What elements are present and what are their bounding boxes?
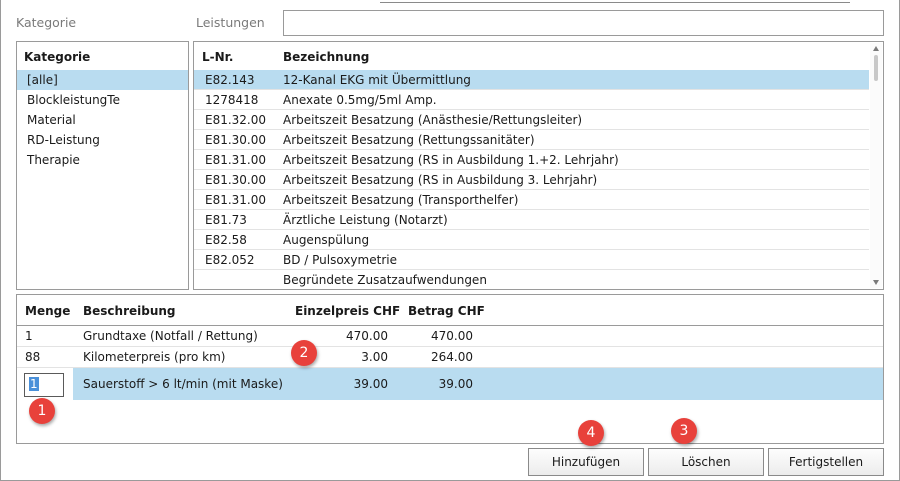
services-cell-nr: 1278418 <box>205 93 259 107</box>
services-cell-desc: Arbeitszeit Besatzung (Anästhesie/Rettun… <box>283 113 583 127</box>
annotation-badge-3: 3 <box>671 418 697 444</box>
services-cell-nr: E81.32.00 <box>205 113 267 127</box>
positions-header-desc: Beschreibung <box>83 304 176 318</box>
positions-cell-unit-price: 39.00 <box>353 377 388 391</box>
positions-header-qty: Menge <box>25 304 71 318</box>
leistungen-search-input[interactable] <box>283 10 884 36</box>
positions-cell-qty: 88 <box>25 350 41 364</box>
annotation-badge-1: 1 <box>29 398 55 424</box>
quantity-edit-field[interactable]: 1 <box>24 373 64 397</box>
positions-cell-qty: 1 <box>25 329 33 343</box>
services-header-desc: Bezeichnung <box>283 50 370 64</box>
services-row[interactable]: E81.73 Ärztliche Leistung (Notarzt) <box>194 210 869 230</box>
delete-button[interactable]: Löschen <box>648 448 764 476</box>
category-item-label: [alle] <box>27 73 58 87</box>
positions-cell-unit-price: 3.00 <box>361 350 388 364</box>
services-cell-desc: Arbeitszeit Besatzung (Rettungssanitäter… <box>283 133 535 147</box>
positions-row[interactable]: 88 Kilometerpreis (pro km) 3.00 264.00 <box>17 347 883 368</box>
services-row[interactable]: E81.30.00 Arbeitszeit Besatzung (Rettungs… <box>194 130 869 150</box>
category-list: Kategorie [alle] BlockleistungTe Material R… <box>16 41 189 290</box>
services-row[interactable]: Begründete Zusatzaufwendungen <box>194 270 869 289</box>
services-row[interactable]: E82.58 Augenspülung <box>194 230 869 250</box>
positions-cell-desc: Sauerstoff > 6 lt/min (mit Maske) <box>83 377 283 391</box>
category-item[interactable]: [alle] <box>17 70 188 90</box>
category-item[interactable]: BlockleistungTe <box>17 90 188 110</box>
services-row[interactable]: E81.30.00 Arbeitszeit Besatzung (RS in Au… <box>194 170 869 190</box>
positions-cell-total: 470.00 <box>431 329 473 343</box>
positions-header-total: Betrag CHF <box>408 304 485 318</box>
scroll-up-icon[interactable] <box>873 46 879 51</box>
services-cell-desc: BD / Pulsoxymetrie <box>283 253 397 267</box>
services-cell-nr: E81.30.00 <box>205 133 267 147</box>
category-item-label: Material <box>27 113 76 127</box>
scroll-down-icon[interactable] <box>873 280 879 285</box>
services-cell-desc: Ärztliche Leistung (Notarzt) <box>283 213 448 227</box>
category-list-header: Kategorie <box>24 50 91 64</box>
category-item-label: Therapie <box>27 153 80 167</box>
services-scrollbar[interactable] <box>870 43 882 288</box>
services-table: L-Nr. Bezeichnung E82.143 12-Kanal EKG mi… <box>193 41 884 290</box>
scroll-thumb[interactable] <box>874 55 878 81</box>
services-cell-desc: Arbeitszeit Besatzung (Transporthelfer) <box>283 193 519 207</box>
finish-button[interactable]: Fertigstellen <box>768 448 884 476</box>
positions-cell-total: 39.00 <box>438 377 473 391</box>
category-item[interactable]: RD-Leistung <box>17 130 188 150</box>
annotation-badge-4: 4 <box>578 420 604 446</box>
services-cell-desc: Begründete Zusatzaufwendungen <box>283 273 487 287</box>
category-item[interactable]: Material <box>17 110 188 130</box>
services-cell-nr: E81.30.00 <box>205 173 267 187</box>
services-row[interactable]: E81.31.00 Arbeitszeit Besatzung (RS in Au… <box>194 150 869 170</box>
services-row[interactable]: 1278418 Anexate 0.5mg/5ml Amp. <box>194 90 869 110</box>
services-cell-nr: E82.052 <box>205 253 255 267</box>
top-edge-line <box>380 0 850 3</box>
kategorie-label: Kategorie <box>16 15 77 30</box>
positions-row[interactable]: Sauerstoff > 6 lt/min (mit Maske) 39.00 39… <box>17 368 883 400</box>
positions-cell-desc: Grundtaxe (Notfall / Rettung) <box>83 329 258 343</box>
positions-cell-unit-price: 470.00 <box>346 329 388 343</box>
services-cell-nr: E81.31.00 <box>205 193 267 207</box>
services-header-nr: L-Nr. <box>202 50 234 64</box>
quantity-edit-value[interactable]: 1 <box>29 377 39 391</box>
services-cell-nr: E81.73 <box>205 213 247 227</box>
category-item[interactable]: Therapie <box>17 150 188 170</box>
services-cell-nr: E82.58 <box>205 233 247 247</box>
leistungen-label: Leistungen <box>196 15 265 30</box>
services-cell-desc: Arbeitszeit Besatzung (RS in Ausbildung … <box>283 153 619 167</box>
category-item-label: BlockleistungTe <box>27 93 120 107</box>
services-row[interactable]: E81.31.00 Arbeitszeit Besatzung (Transpor… <box>194 190 869 210</box>
services-row[interactable]: E81.32.00 Arbeitszeit Besatzung (Anästhes… <box>194 110 869 130</box>
services-row[interactable]: E82.143 12-Kanal EKG mit Übermittlung <box>194 70 869 90</box>
services-cell-nr: E81.31.00 <box>205 153 267 167</box>
services-row[interactable]: E82.052 BD / Pulsoxymetrie <box>194 250 869 270</box>
positions-header-unit-price: Einzelpreis CHF <box>295 304 401 318</box>
positions-cell-desc: Kilometerpreis (pro km) <box>83 350 226 364</box>
positions-table: Menge Beschreibung Einzelpreis CHF Betra… <box>16 294 884 444</box>
annotation-badge-2: 2 <box>291 340 317 366</box>
services-cell-nr: E82.143 <box>205 73 255 87</box>
positions-cell-total: 264.00 <box>431 350 473 364</box>
services-cell-desc: Augenspülung <box>283 233 370 247</box>
services-cell-desc: Arbeitszeit Besatzung (RS in Ausbildung … <box>283 173 598 187</box>
category-item-label: RD-Leistung <box>27 133 100 147</box>
add-button[interactable]: Hinzufügen <box>528 448 644 476</box>
services-cell-desc: 12-Kanal EKG mit Übermittlung <box>283 73 471 87</box>
positions-row[interactable]: 1 Grundtaxe (Notfall / Rettung) 470.00 470.… <box>17 326 883 347</box>
services-cell-desc: Anexate 0.5mg/5ml Amp. <box>283 93 437 107</box>
